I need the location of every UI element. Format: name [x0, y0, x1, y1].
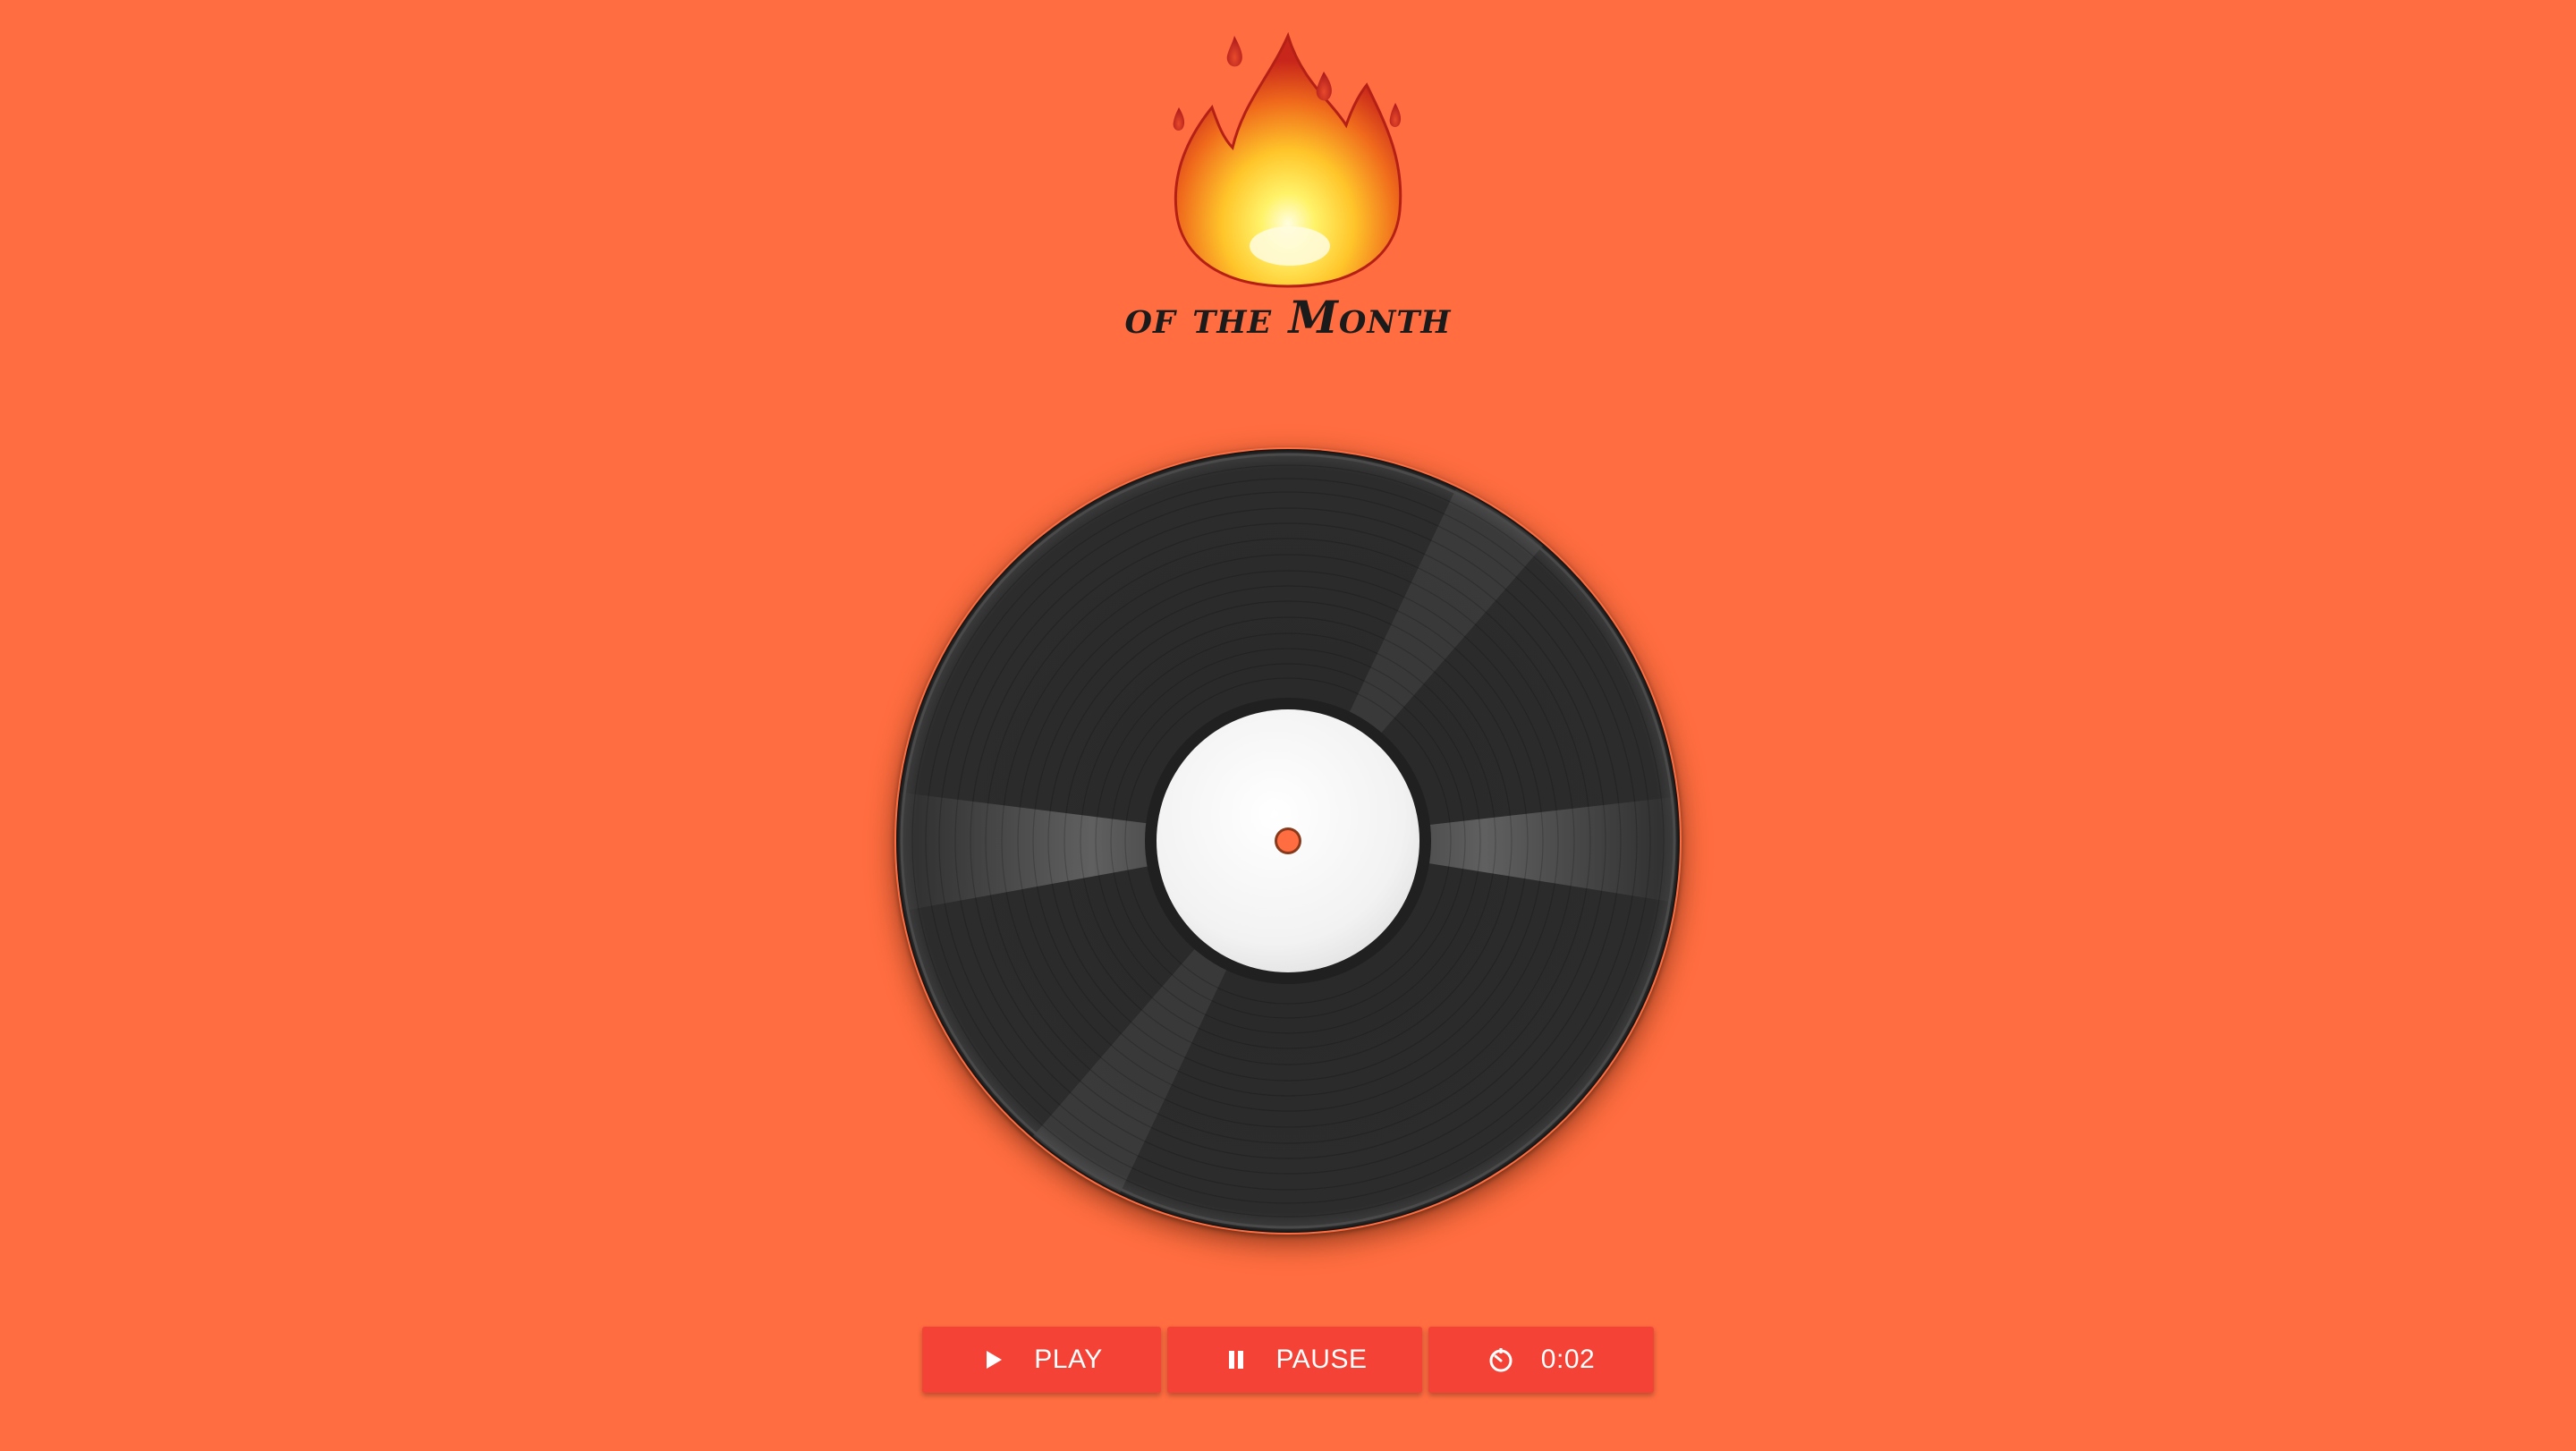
- timer-button[interactable]: 0:02: [1428, 1327, 1654, 1393]
- player-controls: PLAY PAUSE 0:02: [922, 1327, 1654, 1393]
- pause-label: PAUSE: [1275, 1345, 1368, 1374]
- pause-button[interactable]: PAUSE: [1167, 1327, 1422, 1393]
- timer-label: 0:02: [1540, 1345, 1596, 1374]
- vinyl-record: [894, 447, 1682, 1235]
- page: of the Month PLAY PAUSE 0:02: [0, 0, 2576, 1451]
- page-subtitle: of the Month: [1124, 291, 1452, 344]
- timer-icon: [1487, 1346, 1514, 1373]
- play-icon: [980, 1346, 1007, 1373]
- play-button[interactable]: PLAY: [922, 1327, 1161, 1393]
- pause-icon: [1223, 1346, 1250, 1373]
- play-label: PLAY: [1034, 1345, 1103, 1374]
